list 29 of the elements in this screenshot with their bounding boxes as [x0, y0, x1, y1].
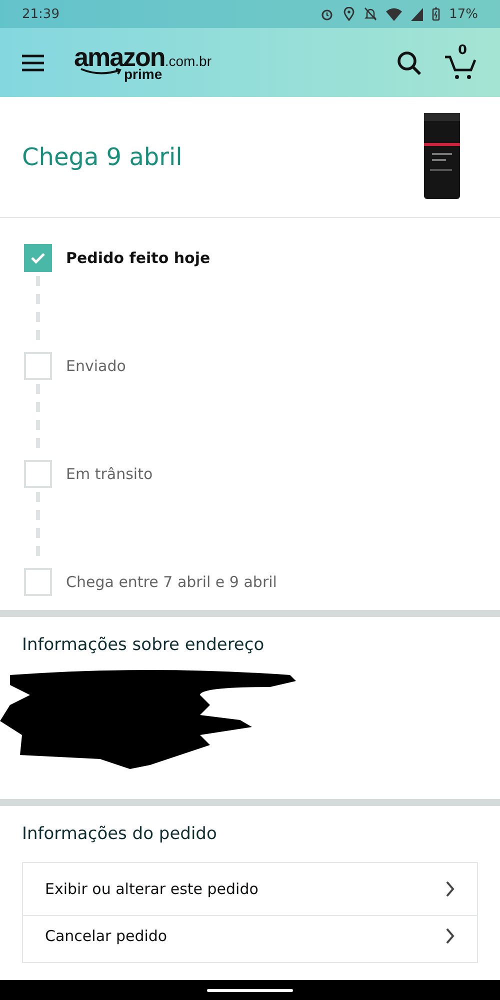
home-handle[interactable]	[207, 988, 293, 992]
battery-level: 17%	[449, 6, 478, 22]
signal-icon	[411, 8, 424, 20]
logo-domain: .com.br	[164, 54, 212, 68]
logo-subtitle: prime	[124, 67, 162, 81]
cart-icon	[444, 54, 478, 80]
cart-button[interactable]: 0	[444, 46, 478, 80]
chevron-right-icon	[445, 928, 455, 944]
battery-icon	[432, 7, 440, 21]
alarm-icon	[320, 7, 334, 21]
search-icon[interactable]	[396, 50, 422, 76]
wifi-icon	[386, 8, 402, 20]
cart-count: 0	[458, 42, 468, 58]
chevron-right-icon	[445, 881, 455, 897]
menu-icon[interactable]	[22, 54, 44, 72]
step-label: Chega entre 7 abril e 9 abril	[66, 572, 277, 593]
section-title: Informações sobre endereço	[22, 635, 266, 655]
delivery-title: Chega 9 abril	[22, 143, 182, 171]
order-option-link[interactable]: Cancelar pedido	[23, 915, 477, 962]
section-title: Informações do pedido	[22, 824, 218, 844]
logo-wordmark[interactable]: amazon	[74, 44, 165, 70]
smile-arrow-icon	[80, 68, 124, 77]
step-label: Pedido feito hoje	[66, 248, 210, 269]
muted-bell-icon	[364, 7, 378, 21]
status-time: 21:39	[22, 6, 60, 22]
location-icon	[343, 7, 356, 21]
step-label: Enviado	[66, 356, 126, 377]
step-label: Em trânsito	[66, 464, 153, 485]
order-option-link[interactable]: Exibir ou alterar este pedido	[23, 863, 477, 915]
